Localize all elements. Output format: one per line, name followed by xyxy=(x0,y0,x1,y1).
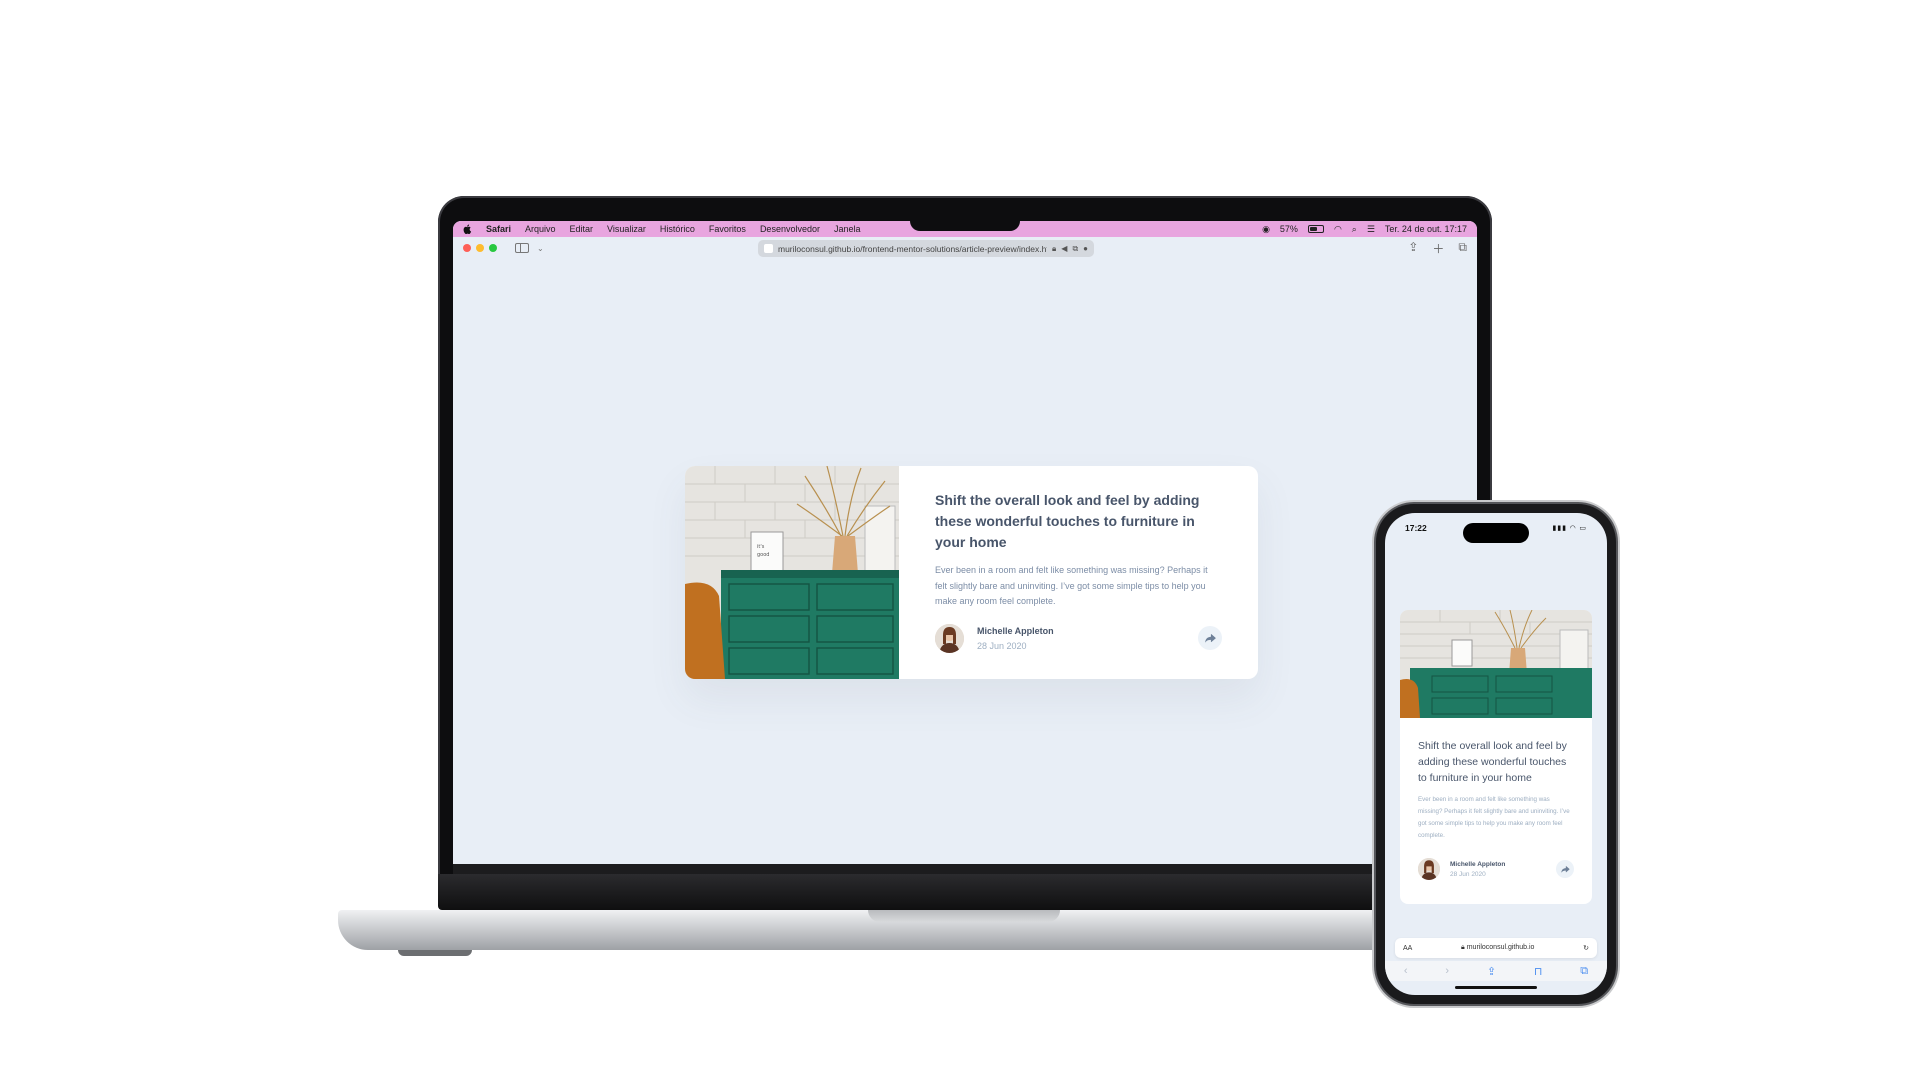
address-bar-url: muriloconsul.github.io/frontend-mentor-s… xyxy=(778,243,1048,254)
author-info: Michelle Appleton 28 Jun 2020 xyxy=(977,626,1054,651)
mobile-address-bar[interactable]: AA 🔒︎ muriloconsul.github.io ↻ xyxy=(1395,938,1597,958)
reload-icon[interactable]: ↻ xyxy=(1583,944,1589,952)
home-indicator xyxy=(1455,986,1537,989)
control-center-icon[interactable]: ☰ xyxy=(1367,224,1375,235)
menu-janela[interactable]: Janela xyxy=(834,224,861,234)
toolbar-actions: ⇪ ＋ ⧉ xyxy=(1408,240,1467,257)
menu-safari[interactable]: Safari xyxy=(486,224,511,234)
sidebar-toggle-icon[interactable] xyxy=(515,243,529,253)
dynamic-island xyxy=(1463,523,1529,543)
mobile-author-name: Michelle Appleton xyxy=(1450,860,1506,868)
menu-editar[interactable]: Editar xyxy=(570,224,594,234)
laptop-thumb-cutout xyxy=(868,910,1060,922)
back-icon[interactable]: ‹ xyxy=(1404,965,1408,977)
new-tab-icon[interactable]: ＋ xyxy=(1432,240,1444,257)
safari-toolbar: ⌄ muriloconsul.github.io/frontend-mentor… xyxy=(453,237,1477,259)
share-icon[interactable]: ⇪ xyxy=(1408,240,1418,257)
phone-time: 17:22 xyxy=(1405,523,1427,533)
mobile-toolbar: ‹ › ⇪ ⊓ ⧉ xyxy=(1385,961,1607,981)
apple-icon[interactable] xyxy=(463,224,472,234)
menu-visualizar[interactable]: Visualizar xyxy=(607,224,646,234)
zoom-window-button[interactable] xyxy=(489,244,497,252)
svg-text:good: good xyxy=(757,552,769,558)
mobile-url-text: muriloconsul.github.io xyxy=(1466,944,1535,951)
menu-historico[interactable]: Histórico xyxy=(660,224,695,234)
lock-icon: 🔒︎ xyxy=(1461,944,1465,951)
article-date: 28 Jun 2020 xyxy=(977,640,1027,651)
mobile-article-date: 28 Jun 2020 xyxy=(1450,870,1486,878)
mobile-article-body: Shift the overall look and feel by addin… xyxy=(1400,718,1592,880)
phone-screen: 17:22 ▮▮▮ ◠ ▭ Shift the overall look and… xyxy=(1385,513,1607,995)
mobile-article-image xyxy=(1400,610,1592,718)
camera-notch xyxy=(910,221,1020,231)
laptop-screen: Safari Arquivo Editar Visualizar Históri… xyxy=(453,221,1477,864)
phone-status-icons: ▮▮▮ ◠ ▭ xyxy=(1552,525,1587,532)
translate-icon[interactable]: ⧉ xyxy=(1072,244,1078,254)
minimize-window-button[interactable] xyxy=(476,244,484,252)
mobile-avatar xyxy=(1418,858,1440,880)
mobile-share-button[interactable] xyxy=(1556,860,1574,878)
bookmarks-icon[interactable]: ⊓ xyxy=(1534,965,1543,978)
laptop-foot xyxy=(398,950,472,956)
svg-text:it's: it's xyxy=(757,544,765,550)
share-icon[interactable]: ⇪ xyxy=(1487,965,1496,978)
reader-icon[interactable]: ● xyxy=(1083,244,1088,253)
battery-percent: 57% xyxy=(1279,224,1298,234)
lock-icon: 🔒︎ xyxy=(1052,243,1057,253)
tabs-icon[interactable]: ⧉ xyxy=(1458,240,1467,257)
mobile-article-title[interactable]: Shift the overall look and feel by addin… xyxy=(1418,738,1574,786)
close-window-button[interactable] xyxy=(463,244,471,252)
forward-icon[interactable]: › xyxy=(1445,965,1449,977)
avatar xyxy=(935,623,964,653)
laptop-hinge xyxy=(438,874,1492,910)
record-icon[interactable]: ◉ xyxy=(1262,224,1270,235)
menu-favoritos[interactable]: Favoritos xyxy=(709,224,746,234)
share-arrow-icon xyxy=(1204,633,1216,643)
menu-desenvolvedor[interactable]: Desenvolvedor xyxy=(760,224,820,234)
battery-icon[interactable] xyxy=(1307,225,1324,233)
window-controls xyxy=(463,244,497,252)
address-bar[interactable]: muriloconsul.github.io/frontend-mentor-s… xyxy=(758,240,1094,257)
search-icon[interactable]: ⌕ xyxy=(1352,224,1357,235)
audio-icon[interactable]: ◀︎ xyxy=(1061,244,1067,253)
mobile-author-info: Michelle Appleton 28 Jun 2020 xyxy=(1450,861,1505,878)
mobile-article-description: Ever been in a room and felt like someth… xyxy=(1418,796,1570,839)
wifi-icon[interactable]: ◠ xyxy=(1334,224,1342,235)
tabs-icon[interactable]: ⧉ xyxy=(1580,965,1588,978)
author-name: Michelle Appleton xyxy=(977,625,1054,636)
chevron-down-icon[interactable]: ⌄ xyxy=(537,244,544,253)
article-card: it's good Shift the overall look and fee… xyxy=(685,466,1258,679)
menubar-status-area: ◉ 57% ◠ ⌕ ☰ Ter. 24 de out. 17:17 xyxy=(1262,224,1467,235)
author-row: Michelle Appleton 28 Jun 2020 xyxy=(935,623,1222,653)
share-arrow-icon xyxy=(1560,865,1570,873)
article-image: it's good xyxy=(685,466,899,679)
reader-aa-button[interactable]: AA xyxy=(1403,945,1412,952)
menu-arquivo[interactable]: Arquivo xyxy=(525,224,556,234)
article-title[interactable]: Shift the overall look and feel by addin… xyxy=(935,490,1222,553)
laptop-chin xyxy=(453,864,1477,874)
mobile-url: 🔒︎ muriloconsul.github.io xyxy=(1461,944,1534,952)
mobile-author-row: Michelle Appleton 28 Jun 2020 xyxy=(1418,858,1574,880)
mockup-stage: Safari Arquivo Editar Visualizar Históri… xyxy=(0,0,1920,1080)
article-body: Shift the overall look and feel by addin… xyxy=(899,466,1258,679)
menubar-datetime[interactable]: Ter. 24 de out. 17:17 xyxy=(1385,224,1467,234)
favicon xyxy=(764,244,773,253)
article-description: Ever been in a room and felt like someth… xyxy=(935,565,1208,606)
phone-device: 17:22 ▮▮▮ ◠ ▭ Shift the overall look and… xyxy=(1376,504,1616,1004)
mobile-article-card: Shift the overall look and feel by addin… xyxy=(1400,610,1592,904)
share-button[interactable] xyxy=(1198,626,1222,650)
